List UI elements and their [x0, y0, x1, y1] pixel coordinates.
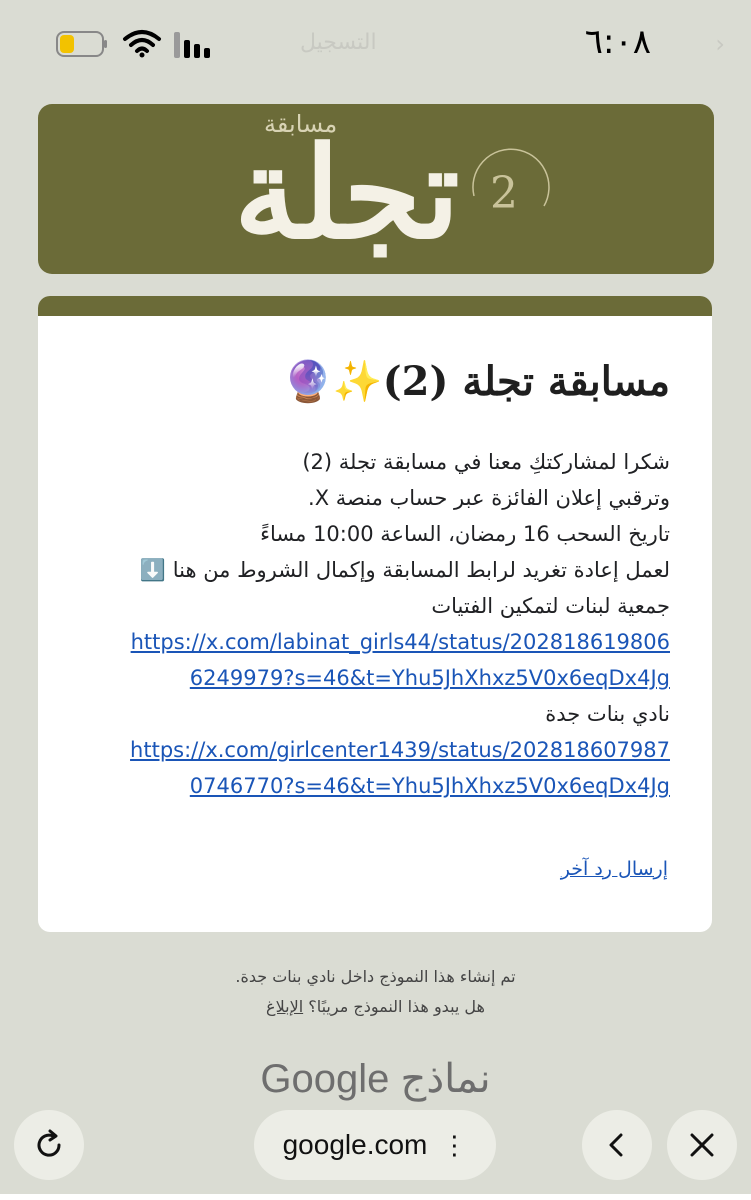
- close-icon: [690, 1133, 714, 1157]
- message-line: نادي بنات جدة: [545, 702, 670, 726]
- form-confirmation-card: مسابقة تجلة (2)✨🔮 شكرا لمشاركتكِ معنا في…: [38, 296, 712, 932]
- message-line: وترقبي إعلان الفائزة عبر حساب منصة X.: [308, 486, 670, 510]
- suspicious-question: هل يبدو هذا النموذج مريبًا؟: [308, 997, 485, 1016]
- close-button[interactable]: [667, 1110, 737, 1180]
- labinat-status-link-continued[interactable]: 6249979?s=46&t=Yhu5JhXhxz5V0x6eqDx4Jg: [82, 660, 670, 696]
- report-line: هل يبدو هذا النموذج مريبًا؟ الإبلاغ: [0, 992, 751, 1022]
- brand-google: Google: [260, 1057, 390, 1101]
- message-line: تاريخ السحب 16 رمضان، الساعة 10:00 مساءً: [260, 522, 670, 546]
- girlcenter-status-link-continued[interactable]: 0746770?s=46&t=Yhu5JhXhxz5V0x6eqDx4Jg: [82, 768, 670, 804]
- background-page-title: التسجيل: [300, 30, 377, 55]
- report-abuse-link[interactable]: الإبلاغ: [266, 997, 303, 1016]
- banner-number: 2: [490, 168, 518, 219]
- google-forms-logo: Google نماذج: [0, 1056, 751, 1102]
- reload-button[interactable]: [14, 1110, 84, 1180]
- signal-icon: [174, 32, 210, 58]
- message-line: لعمل إعادة تغريد لرابط المسابقة وإكمال ا…: [139, 558, 670, 582]
- card-accent-bar: [38, 296, 712, 316]
- form-title: مسابقة تجلة (2)✨🔮: [283, 358, 670, 405]
- browser-toolbar: google.com ⋮: [0, 1100, 751, 1200]
- url-text: google.com: [282, 1129, 428, 1160]
- message-line: شكرا لمشاركتكِ معنا في مسابقة تجلة (2): [302, 450, 670, 474]
- battery-icon: [56, 31, 107, 57]
- reload-icon: [37, 1129, 61, 1157]
- clock: ٦:٠٨: [584, 22, 651, 62]
- chevron-right-icon: ›: [715, 30, 725, 58]
- form-created-note: تم إنشاء هذا النموذج داخل نادي بنات جدة.: [235, 967, 516, 986]
- brand-forms: نماذج: [400, 1057, 491, 1101]
- status-bar: التسجيل › ٦:٠٨: [0, 0, 751, 90]
- girlcenter-status-link[interactable]: https://x.com/girlcenter1439/status/2028…: [82, 732, 670, 768]
- message-line: جمعية لبنات لتمكين الفتيات: [431, 594, 670, 618]
- submit-another-response-link[interactable]: إرسال رد آخر: [561, 858, 668, 880]
- form-footer: تم إنشاء هذا النموذج داخل نادي بنات جدة.…: [0, 962, 751, 1022]
- confirmation-message: شكرا لمشاركتكِ معنا في مسابقة تجلة (2) و…: [82, 444, 670, 804]
- header-banner: مسابقة تجلة 2: [38, 104, 714, 274]
- card-body: مسابقة تجلة (2)✨🔮 شكرا لمشاركتكِ معنا في…: [82, 356, 670, 804]
- home-indicator: [0, 1194, 751, 1200]
- more-options-icon[interactable]: ⋮: [441, 1130, 467, 1161]
- banner-title: تجلة: [234, 119, 460, 267]
- back-button[interactable]: [582, 1110, 652, 1180]
- address-bar[interactable]: google.com ⋮: [254, 1110, 496, 1180]
- wifi-icon: [123, 30, 161, 58]
- chevron-left-icon: [609, 1133, 623, 1157]
- labinat-status-link[interactable]: https://x.com/labinat_girls44/status/202…: [82, 624, 670, 660]
